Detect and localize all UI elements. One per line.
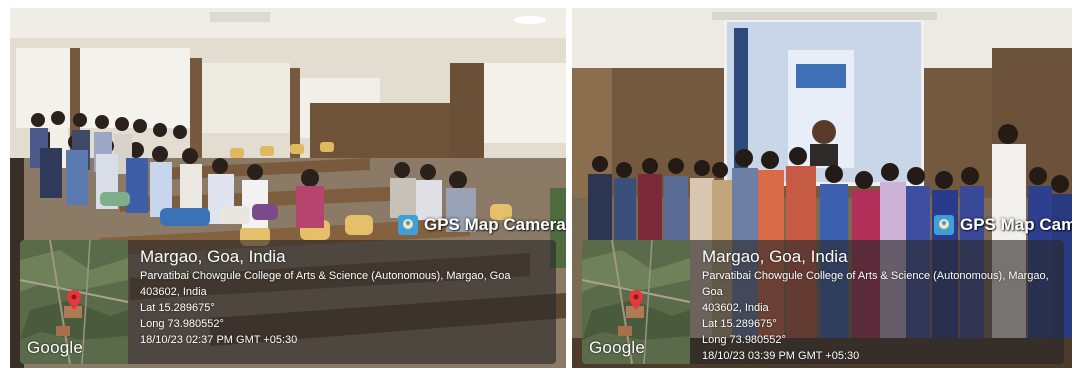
map-thumbnail: Google (20, 240, 128, 364)
map-credit: Google (589, 338, 646, 357)
gps-brand-text: GPS Map Camera (424, 215, 566, 234)
location-address-line1: Parvatibai Chowgule College of Arts & Sc… (702, 270, 1049, 298)
map-pin-icon (629, 290, 643, 310)
location-address-line2: 403602, India (702, 302, 769, 314)
location-longitude: Long 73.980552° (702, 334, 786, 346)
gps-camera-icon (934, 215, 954, 235)
map-thumbnail: Google (582, 240, 690, 364)
gps-stamp-text: Margao, Goa, India Parvatibai Chowgule C… (690, 240, 1064, 364)
location-latitude: Lat 15.289675° (702, 318, 777, 330)
location-city: Margao, Goa, India (702, 247, 848, 266)
photo-group: GPS Map Camera Google Margao, Goa, India… (572, 8, 1072, 368)
gps-brand-label: GPS Map Camera (398, 215, 566, 235)
gps-brand-text: GPS Map Camera (960, 215, 1072, 234)
photo-classroom: GPS Map Camera Google Margao, Goa, India… (10, 8, 566, 368)
gps-brand-label: GPS Map Camera (934, 215, 1072, 235)
gps-stamp-card: Google Margao, Goa, India Parvatibai Cho… (20, 240, 556, 364)
location-longitude: Long 73.980552° (140, 318, 224, 330)
map-pin-icon (67, 290, 81, 310)
location-city: Margao, Goa, India (140, 247, 286, 266)
gps-stamp-text: Margao, Goa, India Parvatibai Chowgule C… (128, 240, 511, 348)
location-address-line2: 403602, India (140, 286, 207, 298)
gps-stamp-card: Google Margao, Goa, India Parvatibai Cho… (582, 240, 1064, 364)
photo-timestamp: 18/10/23 03:39 PM GMT +05:30 (702, 350, 860, 362)
location-address-line1: Parvatibai Chowgule College of Arts & Sc… (140, 270, 511, 282)
map-credit: Google (27, 338, 84, 357)
location-latitude: Lat 15.289675° (140, 302, 215, 314)
gps-camera-icon (398, 215, 418, 235)
photo-timestamp: 18/10/23 02:37 PM GMT +05:30 (140, 334, 298, 346)
